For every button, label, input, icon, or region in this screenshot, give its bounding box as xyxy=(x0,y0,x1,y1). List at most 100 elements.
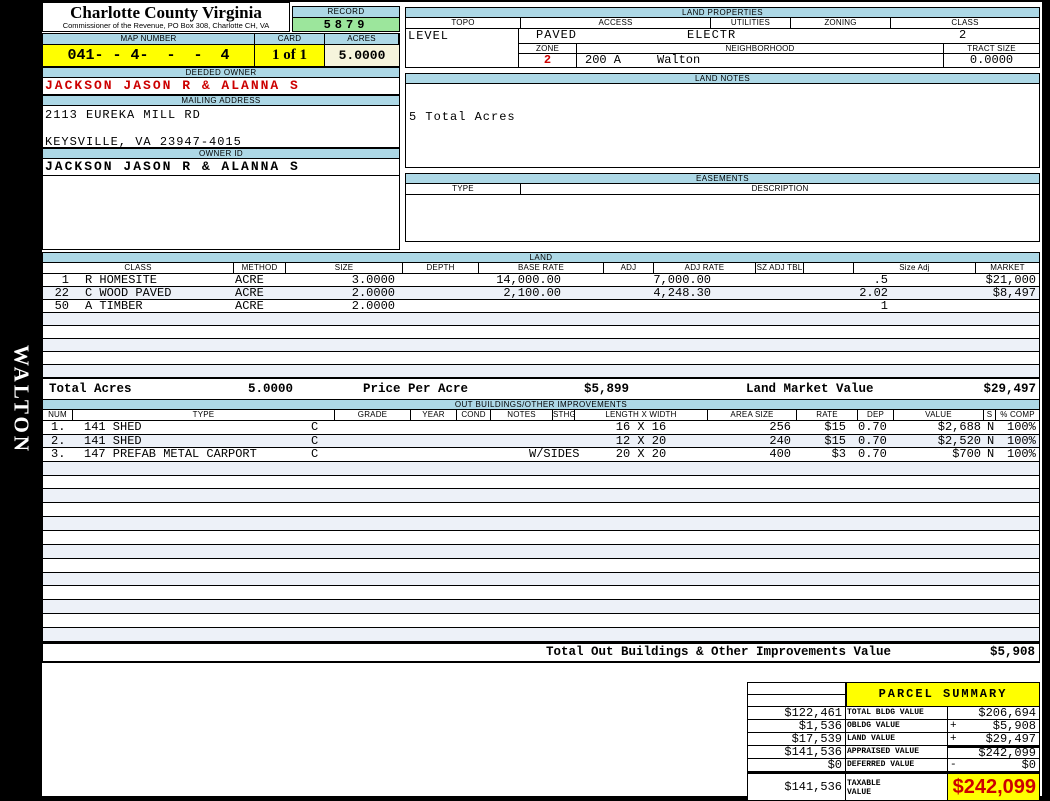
empty-row xyxy=(42,517,1040,531)
neighborhood-code: 200 A xyxy=(585,53,622,67)
parcel-summary-left-header xyxy=(748,683,846,707)
empty-row xyxy=(42,614,1040,628)
ob-value: $700 xyxy=(952,447,981,462)
price-per-acre-label: Price Per Acre xyxy=(363,382,469,396)
land-row-class: A TIMBER xyxy=(85,299,143,313)
parcel-summary-row: $141,536 APPRAISED VALUE $242,099 xyxy=(748,746,1039,759)
ob-s-flag: N xyxy=(987,420,995,434)
class-value: 2 xyxy=(959,28,968,42)
ob-col-lxw: LENGTH X WIDTH xyxy=(575,410,708,420)
ob-lxw: 20 X 20 xyxy=(615,447,667,462)
ps-label: DEFERRED VALUE xyxy=(846,759,948,772)
easement-description-label: DESCRIPTION xyxy=(751,184,809,193)
ps-prior-value: $0 xyxy=(748,759,846,772)
deeded-owner-value: JACKSON JASON R & ALANNA S xyxy=(42,78,400,95)
neighborhood-label: NEIGHBORHOOD xyxy=(577,44,944,53)
mailing-address-header: MAILING ADDRESS xyxy=(42,95,400,106)
ob-rate: $15 xyxy=(824,420,846,434)
parcel-summary: PARCEL SUMMARY $122,461 TOTAL BLDG VALUE… xyxy=(747,682,1040,801)
owner-panel: Charlotte County Virginia Commissioner o… xyxy=(42,2,400,250)
ps-operator: - xyxy=(950,759,957,771)
ob-num: 1. xyxy=(51,420,66,434)
empty-row xyxy=(42,326,1040,339)
land-row-base-rate: 2,100.00 xyxy=(503,286,561,300)
land-properties-panel: LAND PROPERTIES TOPO ACCESS UTILITIES ZO… xyxy=(405,7,1040,242)
land-row: 50 A TIMBER ACRE 2.0000 1 xyxy=(42,300,1040,313)
utilities-label: UTILITIES xyxy=(711,18,791,28)
ob-num: 3. xyxy=(51,447,66,462)
land-row-size: 3.0000 xyxy=(351,273,395,287)
land-row-size-adj: .5 xyxy=(873,273,888,287)
neighborhood-name: Walton xyxy=(657,53,701,67)
total-acres-label: Total Acres xyxy=(49,382,132,396)
out-buildings-header: OUT BUILDINGS/OTHER IMPROVEMENTS xyxy=(42,399,1040,410)
record-value: 5879 xyxy=(292,17,400,32)
land-row-size: 2.0000 xyxy=(351,286,395,300)
zoning-label: ZONING xyxy=(791,18,891,28)
ob-grade: C xyxy=(311,420,319,434)
empty-row xyxy=(42,461,1040,476)
ps-label: LAND VALUE xyxy=(846,733,948,746)
ob-notes: W/SIDES xyxy=(529,447,580,462)
land-totals-row: Total Acres 5.0000 Price Per Acre $5,899… xyxy=(42,378,1040,400)
commissioner-subtitle: Commissioner of the Revenue, PO Box 308,… xyxy=(62,21,270,30)
easements-header: EASEMENTS xyxy=(405,173,1040,184)
acres-value: 5.0000 xyxy=(325,45,399,66)
owner-panel-empty-area xyxy=(42,176,400,250)
land-table: LAND CLASS METHOD SIZE DEPTH BASE RATE A… xyxy=(42,252,1040,400)
empty-row xyxy=(42,475,1040,490)
utilities-value: ELECTR xyxy=(687,28,737,42)
land-table-header: LAND xyxy=(42,252,1040,263)
ps-value: $0 xyxy=(1021,758,1036,772)
ob-s-flag: N xyxy=(987,433,995,448)
land-col-class: CLASS xyxy=(43,263,234,273)
ob-col-cond: COND xyxy=(457,410,491,420)
land-row-size-adj: 2.02 xyxy=(859,286,888,300)
access-value: PAVED xyxy=(536,28,578,42)
ob-col-sthgt: STHGT xyxy=(553,410,575,420)
card-label: CARD xyxy=(255,34,325,44)
empty-row xyxy=(42,339,1040,352)
ob-col-year: YEAR xyxy=(411,410,457,420)
ob-total-value: $5,908 xyxy=(989,644,1035,659)
ob-total-label: Total Out Buildings & Other Improvements… xyxy=(546,644,892,659)
land-row-method: ACRE xyxy=(235,273,264,287)
owner-id-header: OWNER ID xyxy=(42,148,400,159)
land-row-adj-rate: 7,000.00 xyxy=(653,273,711,287)
ob-col-comp: % COMP xyxy=(1000,410,1035,419)
record-label: RECORD xyxy=(292,6,400,17)
parcel-summary-row: $0 DEFERRED VALUE - $0 xyxy=(748,759,1039,772)
ob-rate: $3 xyxy=(831,447,846,462)
neighborhood-sidebar: WALTON xyxy=(0,330,42,470)
price-per-acre-value: $5,899 xyxy=(584,382,630,396)
land-market-value-label: Land Market Value xyxy=(746,382,874,396)
land-col-size-adj: Size Adj xyxy=(854,263,976,273)
land-row-num: 1 xyxy=(61,273,69,287)
ps-value: $206,694 xyxy=(978,706,1036,720)
sidebar-vertical-text: WALTON xyxy=(9,345,34,455)
out-buildings-total-row: Total Out Buildings & Other Improvements… xyxy=(42,641,1040,663)
empty-row xyxy=(42,352,1040,365)
ob-comp: 100% xyxy=(1007,433,1036,448)
ob-dep: 0.70 xyxy=(858,420,887,434)
ps-taxable-value: $242,099 xyxy=(952,776,1036,798)
county-header: Charlotte County Virginia Commissioner o… xyxy=(42,2,290,32)
land-row-num: 50 xyxy=(54,299,69,313)
ob-dep: 0.70 xyxy=(858,447,887,462)
ob-rate: $15 xyxy=(824,433,846,448)
topo-label: TOPO xyxy=(406,18,521,28)
ps-taxable-prior: $141,536 xyxy=(748,774,846,800)
land-col-adj: ADJ xyxy=(604,263,654,273)
ob-comp: 100% xyxy=(1007,447,1036,462)
ps-value: $5,908 xyxy=(992,719,1036,733)
land-col-sz-adj-tbl: SZ ADJ TBL xyxy=(756,263,804,273)
ob-comp: 100% xyxy=(1007,420,1036,434)
empty-row xyxy=(42,531,1040,545)
owner-id-value: JACKSON JASON R & ALANNA S xyxy=(42,159,400,176)
empty-row xyxy=(42,489,1040,504)
ps-value: $242,099 xyxy=(978,746,1036,760)
easements-empty-box xyxy=(405,195,1040,242)
land-row-class: R HOMESITE xyxy=(85,273,158,287)
empty-row xyxy=(42,572,1040,587)
land-col-depth: DEPTH xyxy=(403,263,479,273)
